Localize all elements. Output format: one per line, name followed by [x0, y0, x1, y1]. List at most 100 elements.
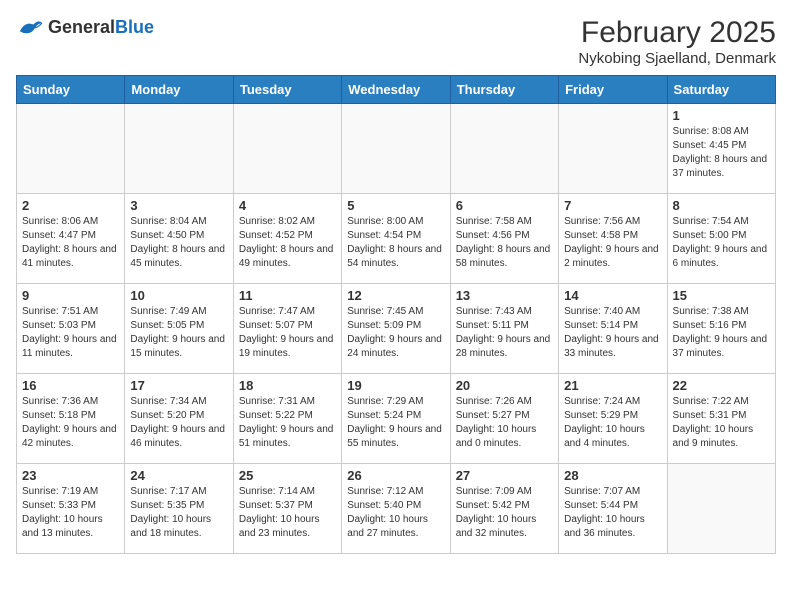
- day-info: Sunrise: 7:07 AM Sunset: 5:44 PM Dayligh…: [564, 485, 661, 541]
- day-number: 27: [456, 468, 553, 483]
- day-number: 23: [22, 468, 119, 483]
- day-number: 4: [239, 198, 336, 213]
- day-info: Sunrise: 7:26 AM Sunset: 5:27 PM Dayligh…: [456, 395, 553, 451]
- day-info: Sunrise: 8:06 AM Sunset: 4:47 PM Dayligh…: [22, 215, 119, 271]
- calendar-cell: 6 Sunrise: 7:58 AM Sunset: 4:56 PM Daylig…: [450, 194, 558, 284]
- calendar-cell: 7 Sunrise: 7:56 AM Sunset: 4:58 PM Daylig…: [559, 194, 667, 284]
- day-info: Sunrise: 7:56 AM Sunset: 4:58 PM Dayligh…: [564, 215, 661, 271]
- day-info: Sunrise: 8:08 AM Sunset: 4:45 PM Dayligh…: [673, 125, 770, 181]
- calendar-header-row: SundayMondayTuesdayWednesdayThursdayFrid…: [17, 76, 776, 104]
- day-info: Sunrise: 7:17 AM Sunset: 5:35 PM Dayligh…: [130, 485, 227, 541]
- calendar-cell: [667, 464, 775, 554]
- day-info: Sunrise: 7:29 AM Sunset: 5:24 PM Dayligh…: [347, 395, 444, 451]
- calendar-cell: 14 Sunrise: 7:40 AM Sunset: 5:14 PM Dayli…: [559, 284, 667, 374]
- day-info: Sunrise: 7:12 AM Sunset: 5:40 PM Dayligh…: [347, 485, 444, 541]
- day-info: Sunrise: 7:09 AM Sunset: 5:42 PM Dayligh…: [456, 485, 553, 541]
- calendar-week-1: 1 Sunrise: 8:08 AM Sunset: 4:45 PM Daylig…: [17, 104, 776, 194]
- calendar-week-5: 23 Sunrise: 7:19 AM Sunset: 5:33 PM Dayli…: [17, 464, 776, 554]
- calendar-cell: 25 Sunrise: 7:14 AM Sunset: 5:37 PM Dayli…: [233, 464, 341, 554]
- day-info: Sunrise: 7:54 AM Sunset: 5:00 PM Dayligh…: [673, 215, 770, 271]
- logo-bird-icon: [16, 16, 44, 38]
- day-info: Sunrise: 8:00 AM Sunset: 4:54 PM Dayligh…: [347, 215, 444, 271]
- day-number: 10: [130, 288, 227, 303]
- day-info: Sunrise: 7:49 AM Sunset: 5:05 PM Dayligh…: [130, 305, 227, 361]
- day-number: 21: [564, 378, 661, 393]
- calendar-cell: 2 Sunrise: 8:06 AM Sunset: 4:47 PM Daylig…: [17, 194, 125, 284]
- calendar-cell: 4 Sunrise: 8:02 AM Sunset: 4:52 PM Daylig…: [233, 194, 341, 284]
- day-number: 25: [239, 468, 336, 483]
- calendar-cell: 28Sunrise: 7:07 AM Sunset: 5:44 PM Dayli…: [559, 464, 667, 554]
- calendar-cell: 10 Sunrise: 7:49 AM Sunset: 5:05 PM Dayli…: [125, 284, 233, 374]
- calendar-cell: [233, 104, 341, 194]
- calendar-cell: 3Sunrise: 8:04 AM Sunset: 4:50 PM Daylig…: [125, 194, 233, 284]
- day-info: Sunrise: 7:19 AM Sunset: 5:33 PM Dayligh…: [22, 485, 119, 541]
- calendar-cell: 19 Sunrise: 7:29 AM Sunset: 5:24 PM Dayli…: [342, 374, 450, 464]
- weekday-header-saturday: Saturday: [667, 76, 775, 104]
- day-number: 18: [239, 378, 336, 393]
- calendar-cell: [450, 104, 558, 194]
- day-info: Sunrise: 7:45 AM Sunset: 5:09 PM Dayligh…: [347, 305, 444, 361]
- calendar-cell: 9Sunrise: 7:51 AM Sunset: 5:03 PM Daylig…: [17, 284, 125, 374]
- logo-text: GeneralBlue: [48, 17, 154, 38]
- calendar-cell: 13Sunrise: 7:43 AM Sunset: 5:11 PM Dayli…: [450, 284, 558, 374]
- day-number: 7: [564, 198, 661, 213]
- day-info: Sunrise: 7:24 AM Sunset: 5:29 PM Dayligh…: [564, 395, 661, 451]
- day-info: Sunrise: 7:51 AM Sunset: 5:03 PM Dayligh…: [22, 305, 119, 361]
- day-info: Sunrise: 7:40 AM Sunset: 5:14 PM Dayligh…: [564, 305, 661, 361]
- day-info: Sunrise: 7:14 AM Sunset: 5:37 PM Dayligh…: [239, 485, 336, 541]
- logo-blue: Blue: [115, 17, 154, 37]
- day-info: Sunrise: 7:38 AM Sunset: 5:16 PM Dayligh…: [673, 305, 770, 361]
- calendar-cell: 23 Sunrise: 7:19 AM Sunset: 5:33 PM Dayli…: [17, 464, 125, 554]
- day-info: Sunrise: 7:34 AM Sunset: 5:20 PM Dayligh…: [130, 395, 227, 451]
- calendar-cell: 8 Sunrise: 7:54 AM Sunset: 5:00 PM Daylig…: [667, 194, 775, 284]
- day-number: 26: [347, 468, 444, 483]
- day-number: 14: [564, 288, 661, 303]
- calendar-cell: [17, 104, 125, 194]
- day-number: 16: [22, 378, 119, 393]
- calendar-cell: 17 Sunrise: 7:34 AM Sunset: 5:20 PM Dayli…: [125, 374, 233, 464]
- day-info: Sunrise: 7:58 AM Sunset: 4:56 PM Dayligh…: [456, 215, 553, 271]
- day-number: 8: [673, 198, 770, 213]
- weekday-header-monday: Monday: [125, 76, 233, 104]
- day-number: 11: [239, 288, 336, 303]
- calendar-cell: 21 Sunrise: 7:24 AM Sunset: 5:29 PM Dayli…: [559, 374, 667, 464]
- day-number: 15: [673, 288, 770, 303]
- weekday-header-friday: Friday: [559, 76, 667, 104]
- calendar-cell: [125, 104, 233, 194]
- calendar-week-4: 16Sunrise: 7:36 AM Sunset: 5:18 PM Dayli…: [17, 374, 776, 464]
- day-number: 2: [22, 198, 119, 213]
- day-number: 1: [673, 108, 770, 123]
- weekday-header-tuesday: Tuesday: [233, 76, 341, 104]
- calendar-week-2: 2 Sunrise: 8:06 AM Sunset: 4:47 PM Daylig…: [17, 194, 776, 284]
- calendar-cell: 1 Sunrise: 8:08 AM Sunset: 4:45 PM Daylig…: [667, 104, 775, 194]
- calendar-cell: 27 Sunrise: 7:09 AM Sunset: 5:42 PM Dayli…: [450, 464, 558, 554]
- day-info: Sunrise: 7:31 AM Sunset: 5:22 PM Dayligh…: [239, 395, 336, 451]
- calendar-week-3: 9Sunrise: 7:51 AM Sunset: 5:03 PM Daylig…: [17, 284, 776, 374]
- title-block: February 2025 Nykobing Sjaelland, Denmar…: [578, 16, 776, 67]
- calendar-cell: 11Sunrise: 7:47 AM Sunset: 5:07 PM Dayli…: [233, 284, 341, 374]
- day-number: 19: [347, 378, 444, 393]
- page-header: GeneralBlue February 2025 Nykobing Sjael…: [16, 16, 776, 67]
- day-number: 17: [130, 378, 227, 393]
- calendar-cell: 18 Sunrise: 7:31 AM Sunset: 5:22 PM Dayli…: [233, 374, 341, 464]
- calendar-cell: [342, 104, 450, 194]
- calendar-cell: 22Sunrise: 7:22 AM Sunset: 5:31 PM Dayli…: [667, 374, 775, 464]
- weekday-header-wednesday: Wednesday: [342, 76, 450, 104]
- day-number: 12: [347, 288, 444, 303]
- calendar-cell: 16Sunrise: 7:36 AM Sunset: 5:18 PM Dayli…: [17, 374, 125, 464]
- logo: GeneralBlue: [16, 16, 154, 38]
- calendar-table: SundayMondayTuesdayWednesdayThursdayFrid…: [16, 75, 776, 554]
- day-info: Sunrise: 8:02 AM Sunset: 4:52 PM Dayligh…: [239, 215, 336, 271]
- day-number: 6: [456, 198, 553, 213]
- location-title: Nykobing Sjaelland, Denmark: [578, 50, 776, 67]
- day-number: 24: [130, 468, 227, 483]
- calendar-cell: 20Sunrise: 7:26 AM Sunset: 5:27 PM Dayli…: [450, 374, 558, 464]
- calendar-cell: 26 Sunrise: 7:12 AM Sunset: 5:40 PM Dayli…: [342, 464, 450, 554]
- weekday-header-thursday: Thursday: [450, 76, 558, 104]
- calendar-cell: 5 Sunrise: 8:00 AM Sunset: 4:54 PM Daylig…: [342, 194, 450, 284]
- calendar-cell: 12 Sunrise: 7:45 AM Sunset: 5:09 PM Dayli…: [342, 284, 450, 374]
- day-number: 5: [347, 198, 444, 213]
- calendar-cell: 15 Sunrise: 7:38 AM Sunset: 5:16 PM Dayli…: [667, 284, 775, 374]
- logo-general: General: [48, 17, 115, 37]
- month-title: February 2025: [578, 16, 776, 50]
